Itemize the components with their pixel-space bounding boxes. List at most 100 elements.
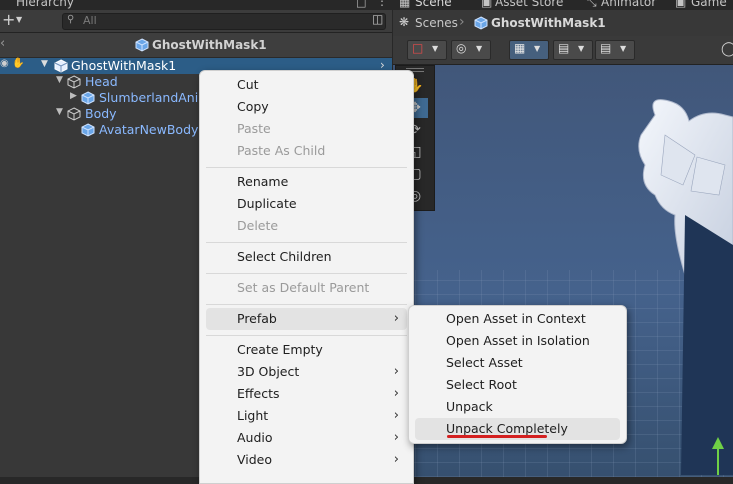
scene-breadcrumb: ❋ Scenes › GhostWithMask1 <box>393 10 733 36</box>
lock-icon[interactable]: □ <box>356 0 366 9</box>
add-dropdown-icon[interactable]: ▼ <box>16 15 22 24</box>
menu-item-set-default-parent: Set as Default Parent <box>237 280 370 295</box>
grid-snap-icon: ▦ <box>514 41 526 55</box>
dropdown-arrow-icon: ▼ <box>620 44 627 53</box>
expand-arrow-icon[interactable]: ▼ <box>56 75 63 85</box>
more-options-icon[interactable]: ⋮ <box>376 0 388 8</box>
menu-item-light[interactable]: Light › <box>206 405 407 427</box>
tab-animator[interactable]: Animator <box>601 0 656 9</box>
back-chevron-icon[interactable]: ‹ <box>0 36 5 51</box>
ruler-button[interactable]: ▤ ▼ <box>595 40 635 60</box>
prefab-cube-icon <box>81 91 95 105</box>
dropdown-arrow-icon: ▼ <box>578 44 585 53</box>
menu-item-prefab[interactable]: Prefab › <box>206 308 407 330</box>
unity-logo-icon: ❋ <box>399 15 410 29</box>
collapse-arrow-icon[interactable]: ▶ <box>70 91 77 101</box>
menu-item-delete: Delete <box>237 218 279 233</box>
gameobject-cube-icon <box>67 75 81 89</box>
tab-scene[interactable]: Scene <box>415 0 452 9</box>
submenu-arrow-icon: › <box>393 386 399 401</box>
animator-icon: ⤡ <box>587 0 597 9</box>
menu-item-select-asset[interactable]: Select Asset <box>415 352 620 374</box>
menu-separator <box>206 273 407 274</box>
search-input[interactable]: ⚲ All <box>62 13 386 30</box>
menu-item-paste-as-child: Paste As Child <box>237 143 326 158</box>
breadcrumb-title: GhostWithMask1 <box>152 38 267 52</box>
grid-snapping-button[interactable]: ▦ ▼ <box>509 40 549 60</box>
submenu-arrow-icon: › <box>393 364 399 379</box>
context-menu: Cut Copy Paste Paste As Child Rename Dup… <box>199 70 414 484</box>
menu-separator <box>206 167 407 168</box>
hierarchy-row-label: SlumberlandAnim <box>99 90 211 105</box>
menu-item-effects[interactable]: Effects › <box>206 383 407 405</box>
gameobject-cube-icon <box>67 107 81 121</box>
menu-item-select-root[interactable]: Select Root <box>415 374 620 396</box>
increment-snap-icon: ▤ <box>558 41 570 55</box>
expand-arrow-icon[interactable]: ▼ <box>41 59 48 69</box>
prefab-cube-icon <box>54 59 68 73</box>
increment-snap-button[interactable]: ▤ ▼ <box>553 40 593 60</box>
menu-item-label: Prefab <box>237 311 277 326</box>
dropdown-arrow-icon: ▼ <box>534 44 541 53</box>
expand-arrow-icon[interactable]: ▼ <box>56 107 63 117</box>
search-icon[interactable]: ◯ <box>721 41 733 57</box>
menu-item-video[interactable]: Video › <box>206 449 407 471</box>
hierarchy-row-label: GhostWithMask1 <box>71 58 177 73</box>
dropdown-arrow-icon: ▼ <box>432 44 439 53</box>
scene-grid-icon: ▦ <box>399 0 411 9</box>
menu-item-label: Video <box>237 452 273 467</box>
menu-item-copy[interactable]: Copy <box>206 96 407 118</box>
scene-tab-bar: ▦ Scene ▣ Asset Store ⤡ Animator ▣ Game <box>393 0 733 10</box>
menu-item-create-empty[interactable]: Create Empty <box>206 339 407 361</box>
menu-item-unpack[interactable]: Unpack <box>415 396 620 418</box>
menu-item-label: Audio <box>237 430 273 445</box>
menu-item-audio[interactable]: Audio › <box>206 427 407 449</box>
shading-mode-button[interactable]: □ ▼ <box>407 40 447 60</box>
dropdown-arrow-icon: ▼ <box>476 44 483 53</box>
submenu-arrow-icon: › <box>393 430 399 445</box>
hierarchy-toolbar: + ▼ ⚲ All ◫ <box>0 10 392 33</box>
search-filter-icon[interactable]: ◫ <box>372 12 383 26</box>
menu-item-cut[interactable]: Cut <box>206 74 407 96</box>
y-axis-gizmo-icon <box>712 437 724 475</box>
hierarchy-tab-bar: Hierarchy □ ⋮ <box>0 0 392 10</box>
pick-hand-icon[interactable]: ✋ <box>12 58 24 69</box>
prefab-breadcrumb: ‹ GhostWithMask1 <box>0 33 392 58</box>
ruler-icon: ▤ <box>600 41 612 55</box>
draw-mode-icon: □ <box>412 41 424 55</box>
store-icon: ▣ <box>481 0 493 9</box>
tab-asset-store[interactable]: Asset Store <box>495 0 563 9</box>
menu-item-label: 3D Object <box>237 364 300 379</box>
search-icon: ⚲ <box>67 14 75 25</box>
menu-item-duplicate[interactable]: Duplicate <box>206 193 407 215</box>
scene-toolbar: □ ▼ ◎ ▼ ▦ ▼ ▤ ▼ ▤ ▼ ◯ <box>393 36 733 65</box>
menu-separator <box>206 242 407 243</box>
menu-item-3d-object[interactable]: 3D Object › <box>206 361 407 383</box>
prefab-cube-icon <box>474 16 488 30</box>
globe-icon: ◎ <box>456 41 467 55</box>
visibility-eye-icon[interactable]: ◉ <box>0 58 9 69</box>
menu-item-select-children[interactable]: Select Children <box>206 246 407 268</box>
menu-item-open-asset-in-isolation[interactable]: Open Asset in Isolation <box>415 330 620 352</box>
tab-hierarchy[interactable]: Hierarchy <box>0 0 74 9</box>
submenu-arrow-icon: › <box>393 408 399 423</box>
breadcrumb-current: GhostWithMask1 <box>491 16 606 30</box>
hierarchy-row-label: Head <box>85 74 118 89</box>
menu-separator <box>206 304 407 305</box>
submenu-arrow-icon: › <box>393 311 399 326</box>
submenu-arrow-icon: › <box>393 452 399 467</box>
ghost-model-mesh <box>638 99 733 475</box>
add-button[interactable]: + <box>2 10 15 29</box>
hierarchy-row-label: AvatarNewBody <box>99 122 199 137</box>
search-placeholder: All <box>83 14 97 27</box>
breadcrumb-scenes[interactable]: Scenes <box>415 16 458 30</box>
hierarchy-row-label: Body <box>85 106 117 121</box>
global-local-button[interactable]: ◎ ▼ <box>451 40 491 60</box>
gamepad-icon: ▣ <box>675 0 687 9</box>
menu-separator <box>206 335 407 336</box>
menu-item-rename[interactable]: Rename <box>206 171 407 193</box>
prefab-cube-icon <box>135 38 149 52</box>
tab-game[interactable]: Game <box>691 0 727 9</box>
menu-item-open-asset-in-context[interactable]: Open Asset in Context <box>415 308 620 330</box>
menu-item-label: Light <box>237 408 269 423</box>
